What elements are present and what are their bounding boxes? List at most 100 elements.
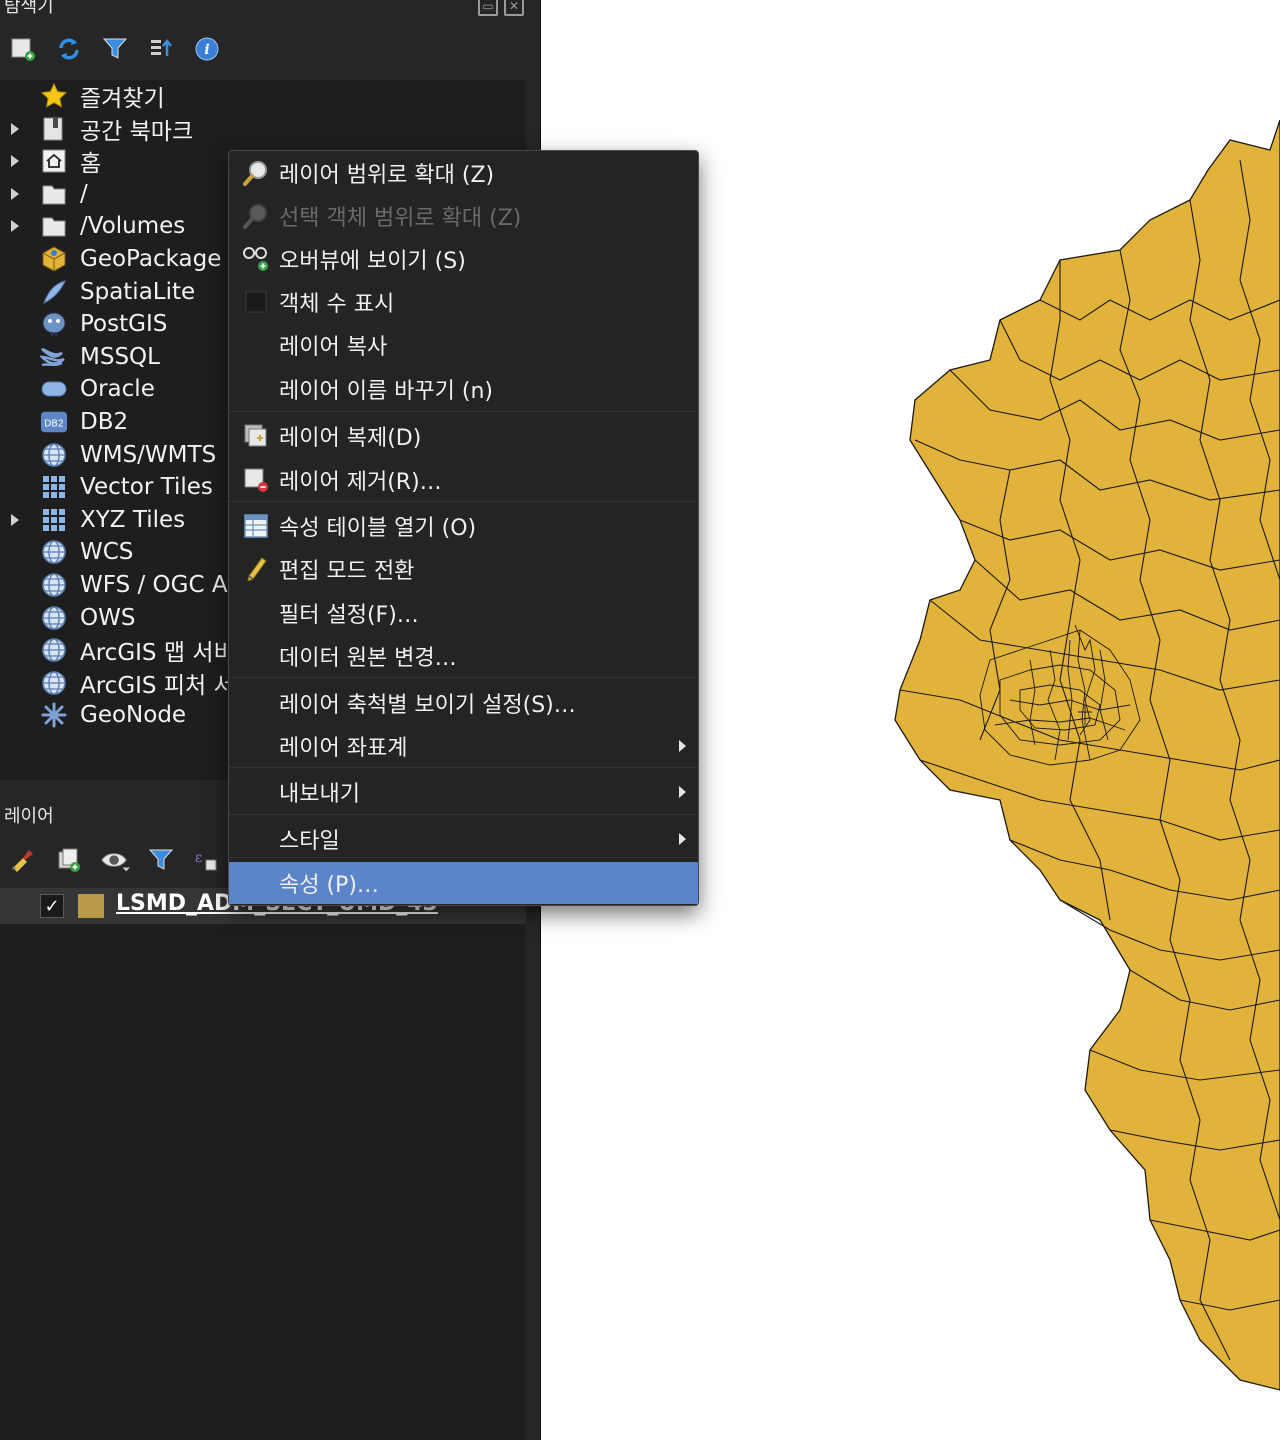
browser-item-label: SpatiaLite xyxy=(80,278,196,305)
menu-separator xyxy=(229,411,698,412)
browser-item-label: WFS / OGC AI xyxy=(80,572,235,598)
layers-tree[interactable]: ✓ LSMD_ADM_SECT_UMD_43 xyxy=(0,888,526,1440)
browser-item-label: GeoPackage xyxy=(80,246,222,272)
menu-item[interactable]: 레이어 축척별 보이기 설정(S)… xyxy=(229,683,698,723)
star-icon xyxy=(40,82,68,110)
browser-item-label: ArcGIS 피처 서 xyxy=(80,672,235,699)
submenu-arrow-icon xyxy=(679,833,686,845)
browser-toolbar: i xyxy=(8,34,222,64)
browser-item-label: GeoNode xyxy=(80,702,187,729)
menu-item-label: 속성 (P)… xyxy=(279,873,379,898)
menu-item[interactable]: 레이어 좌표계 xyxy=(229,726,698,766)
refresh-icon[interactable] xyxy=(54,34,84,64)
menu-item[interactable]: 오버뷰에 보이기 (S) xyxy=(229,239,698,279)
menu-item[interactable]: 스타일 xyxy=(229,819,698,859)
collapse-all-icon[interactable] xyxy=(146,34,176,64)
menu-item[interactable]: 레이어 제거(R)… xyxy=(229,460,698,500)
menu-item-label: 스타일 xyxy=(279,829,340,854)
browser-item-label: 공간 북마크 xyxy=(80,118,194,145)
expand-arrow-icon[interactable] xyxy=(11,220,19,233)
wfs-icon xyxy=(40,571,68,599)
browser-item-label: XYZ Tiles xyxy=(80,506,186,533)
info-icon[interactable]: i xyxy=(192,34,222,64)
browser-item-label: 홈 xyxy=(80,151,102,178)
menu-item[interactable]: 속성 (P)… xyxy=(229,862,698,904)
checkbox-icon xyxy=(241,287,271,317)
menu-item-label: 속성 테이블 열기 (O) xyxy=(279,516,477,541)
layers-panel-title: 레이어 xyxy=(4,806,54,827)
browser-item-label: WMS/WMTS xyxy=(80,441,217,468)
style-manager-icon[interactable] xyxy=(8,845,38,875)
add-group-icon[interactable] xyxy=(54,845,84,875)
svg-text:ε: ε xyxy=(195,850,202,866)
duplicate-layer-icon xyxy=(241,421,271,451)
float-panel-icon[interactable]: ▭ xyxy=(478,0,498,16)
menu-item-label: 레이어 이름 바꾸기 (n) xyxy=(279,379,494,404)
wms-icon xyxy=(40,441,68,469)
mssql-icon xyxy=(40,343,68,371)
wcs-icon xyxy=(40,538,68,566)
spatialite-icon xyxy=(40,278,68,306)
browser-item-label: OWS xyxy=(80,604,136,631)
filter-legend-icon[interactable] xyxy=(146,845,176,875)
close-panel-icon[interactable]: ✕ xyxy=(504,0,524,16)
menu-item[interactable]: 객체 수 표시 xyxy=(229,282,698,322)
browser-item-label: MSSQL xyxy=(80,343,160,370)
expand-arrow-icon[interactable] xyxy=(11,122,19,135)
menu-item[interactable]: 데이터 원본 변경… xyxy=(229,636,698,676)
dock-buttons: ▭ ✕ xyxy=(478,0,524,16)
filter-icon[interactable] xyxy=(100,34,130,64)
menu-item: 선택 객체 범위로 확대 (Z) xyxy=(229,196,698,236)
expand-arrow-icon[interactable] xyxy=(11,155,19,168)
vector-tiles-icon xyxy=(40,473,68,501)
menu-item-label: 오버뷰에 보이기 (S) xyxy=(279,249,466,274)
menu-item-label: 선택 객체 범위로 확대 (Z) xyxy=(279,206,522,231)
menu-separator xyxy=(229,767,698,768)
expand-arrow-icon[interactable] xyxy=(11,513,19,526)
menu-item[interactable]: 필터 설정(F)… xyxy=(229,593,698,633)
menu-item[interactable]: 레이어 복사 xyxy=(229,325,698,365)
menu-separator xyxy=(229,501,698,502)
expression-filter-icon[interactable]: ε xyxy=(192,845,222,875)
add-layer-icon[interactable] xyxy=(8,34,38,64)
menu-item[interactable]: 편집 모드 전환 xyxy=(229,549,698,589)
menu-item-label: 레이어 복사 xyxy=(279,335,388,360)
browser-item-label: Oracle xyxy=(80,376,155,403)
browser-item-label: PostGIS xyxy=(80,311,168,338)
browser-item-label: DB2 xyxy=(80,409,129,435)
menu-item[interactable]: 레이어 이름 바꾸기 (n) xyxy=(229,369,698,409)
browser-item-label: / xyxy=(80,180,88,207)
menu-item-label: 필터 설정(F)… xyxy=(279,603,419,628)
oracle-icon xyxy=(40,375,68,403)
svg-text:i: i xyxy=(204,42,209,58)
ows-icon xyxy=(40,604,68,632)
menu-item-label: 내보내기 xyxy=(279,782,360,807)
folder-icon xyxy=(40,212,68,240)
browser-item-label: WCS xyxy=(80,539,134,566)
layer-visibility-checkbox[interactable]: ✓ xyxy=(40,894,64,918)
menu-item-label: 편집 모드 전환 xyxy=(279,559,415,584)
zoom-to-layer-icon xyxy=(241,158,271,188)
remove-layer-icon xyxy=(241,465,271,495)
arcgis-feature-icon xyxy=(40,669,68,697)
menu-item[interactable]: 레이어 범위로 확대 (Z) xyxy=(229,153,698,193)
postgis-icon xyxy=(40,310,68,338)
browser-item-label: /Volumes xyxy=(80,213,186,240)
browser-item[interactable]: 즐겨찾기 xyxy=(0,80,526,112)
visibility-icon[interactable] xyxy=(100,845,130,875)
menu-item-label: 레이어 복제(D) xyxy=(279,426,422,451)
layer-context-menu: 레이어 범위로 확대 (Z) 선택 객체 범위로 확대 (Z) 오버뷰에 보이기 (… xyxy=(228,150,699,906)
expand-arrow-icon[interactable] xyxy=(11,187,19,200)
menu-item-label: 레이어 축척별 보이기 설정(S)… xyxy=(279,693,576,718)
menu-item[interactable]: 내보내기 xyxy=(229,772,698,812)
browser-panel-title: 탐색기 xyxy=(4,0,54,17)
layers-toolbar: ε xyxy=(8,845,222,875)
menu-item[interactable]: 속성 테이블 열기 (O) xyxy=(229,506,698,546)
browser-item[interactable]: 공간 북마크 xyxy=(0,113,526,145)
arcgis-map-icon xyxy=(40,636,68,664)
menu-item[interactable]: 레이어 복제(D) xyxy=(229,416,698,456)
db2-icon: DB2 xyxy=(40,408,68,436)
menu-item-label: 데이터 원본 변경… xyxy=(279,646,457,671)
browser-item-label: Vector Tiles xyxy=(80,474,213,501)
browser-item-label: ArcGIS 맵 서비 xyxy=(80,640,235,667)
